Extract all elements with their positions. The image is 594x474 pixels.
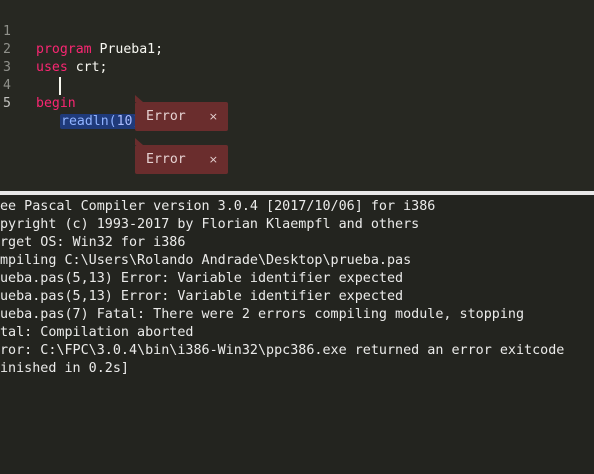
code-line-5[interactable]: 5 readln(10); [0, 77, 150, 129]
keyword-uses: uses [36, 60, 68, 75]
keyword-program: program [36, 42, 92, 57]
code-editor[interactable]: 1 program Prueba1; 2 uses crt; 3 4 begin… [0, 0, 594, 191]
error-phantom: Error × [135, 138, 228, 174]
code-line-6[interactable]: 6 end [0, 180, 32, 191]
text-caret [59, 77, 61, 95]
output-line: ror: C:\FPC\3.0.4\bin\i386-Win32\ppc386.… [0, 343, 565, 358]
error-label: Error [146, 109, 186, 124]
code-line-1[interactable]: 1 program Prueba1; [0, 5, 163, 57]
number-literal: 10 [116, 114, 133, 129]
code-text: crt; [67, 60, 108, 75]
code-text: Prueba1; [91, 42, 164, 57]
output-line: ueba.pas(7) Fatal: There were 2 errors c… [0, 307, 525, 322]
close-icon[interactable]: × [209, 102, 218, 131]
code-text: readln( [61, 114, 117, 129]
keyword-begin: begin [36, 96, 76, 111]
output-line: inished in 0.2s] [0, 361, 129, 376]
code-line-4[interactable]: 4 begin [0, 59, 76, 111]
output-line: rget OS: Win32 for i386 [0, 235, 186, 250]
code-line-3[interactable]: 3 [0, 41, 32, 75]
error-phantom: Error × [135, 95, 228, 131]
output-line: ee Pascal Compiler version 3.0.4 [2017/1… [0, 199, 436, 214]
output-line: mpiling C:\Users\Rolando Andrade\Desktop… [0, 253, 412, 268]
close-icon[interactable]: × [209, 145, 218, 174]
build-output-panel[interactable]: ee Pascal Compiler version 3.0.4 [2017/1… [0, 195, 594, 474]
line-number: 5 [3, 96, 11, 111]
output-line: tal: Compilation aborted [0, 325, 194, 340]
output-line: pyright (c) 1993-2017 by Florian Klaempf… [0, 217, 420, 232]
code-line-2[interactable]: 2 uses crt; [0, 23, 107, 75]
output-line: ueba.pas(5,13) Error: Variable identifie… [0, 271, 404, 286]
error-label: Error [146, 152, 186, 167]
output-line: ueba.pas(5,13) Error: Variable identifie… [0, 289, 404, 304]
